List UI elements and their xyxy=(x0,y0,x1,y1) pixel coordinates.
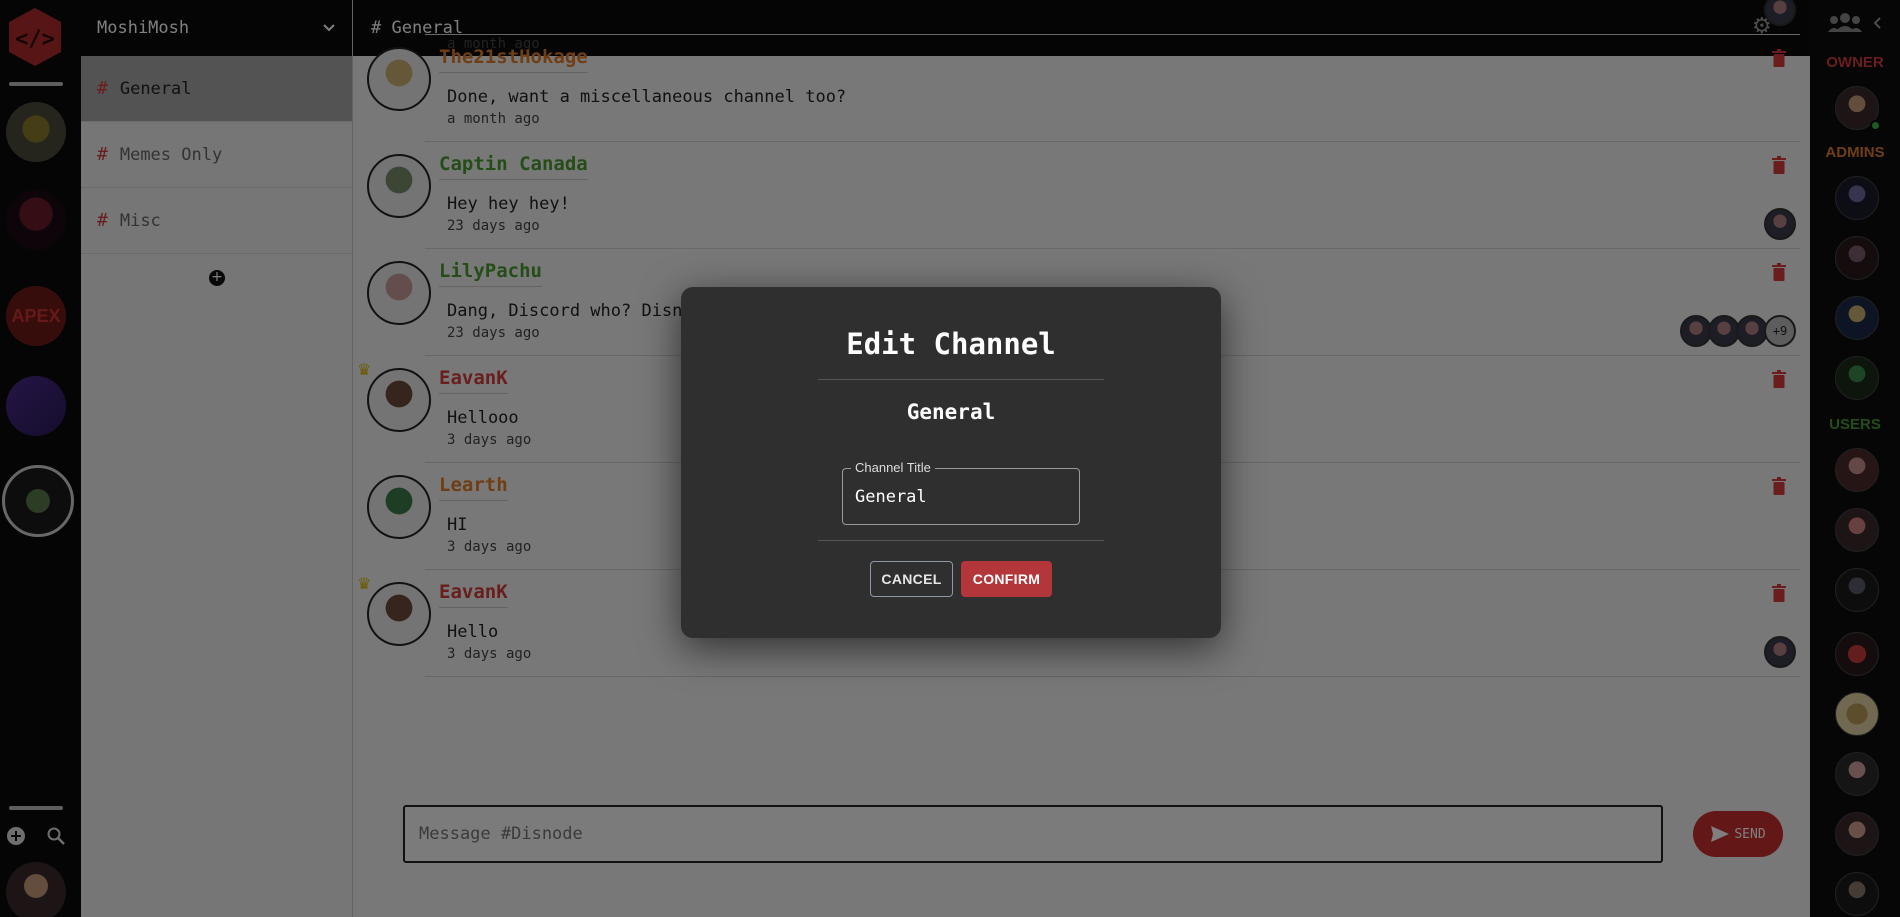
channel-title-input[interactable] xyxy=(843,469,1079,524)
channel-title-label: Channel Title xyxy=(851,460,935,475)
channel-title-field: Channel Title xyxy=(842,460,1080,525)
dialog-subtitle: General xyxy=(906,400,996,424)
edit-channel-dialog: Edit Channel General Channel Title CANCE… xyxy=(681,287,1221,638)
confirm-button[interactable]: CONFIRM xyxy=(961,561,1052,597)
divider xyxy=(818,540,1104,541)
divider xyxy=(818,379,1104,380)
cancel-button[interactable]: CANCEL xyxy=(870,561,953,597)
dialog-title: Edit Channel xyxy=(846,327,1056,361)
